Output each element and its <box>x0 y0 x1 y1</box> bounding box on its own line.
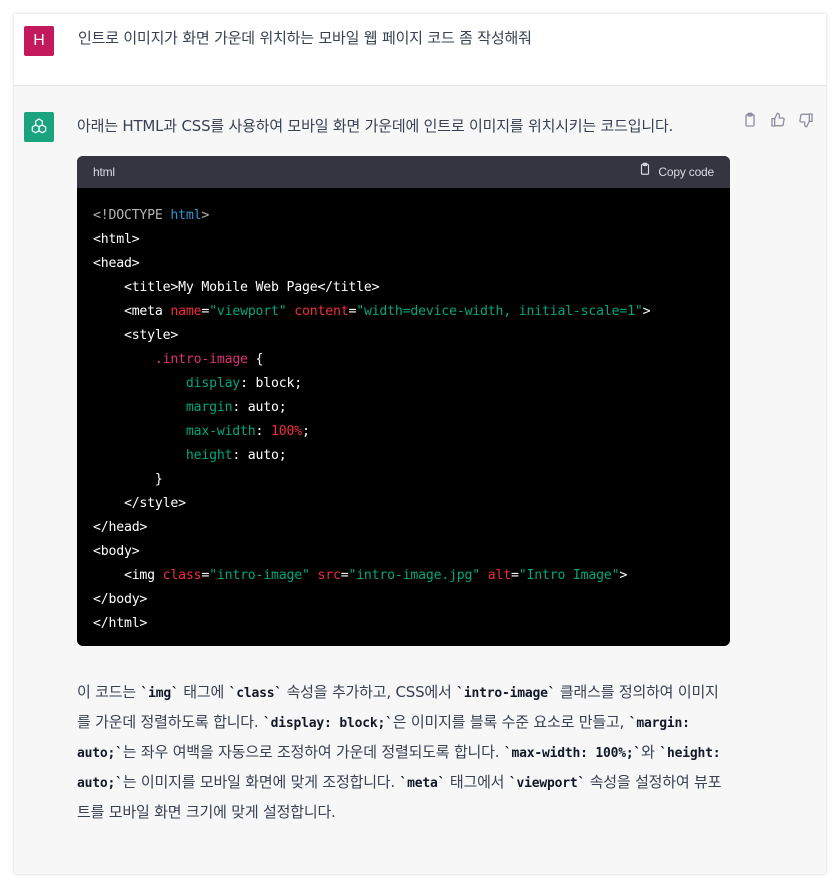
code-token: : auto; <box>232 448 287 463</box>
code-token: margin <box>185 400 233 415</box>
code-token: <style> <box>93 328 179 343</box>
inline-code: `class` <box>228 686 283 701</box>
assistant-intro-text: 아래는 HTML과 CSS를 사용하여 모바일 화면 가운데에 인트로 이미지를… <box>77 117 674 135</box>
code-token: <title>My Mobile Web Page</title> <box>93 280 380 295</box>
chat-thread: H 인트로 이미지가 화면 가운데 위치하는 모바일 웹 페이지 코드 좀 작성… <box>14 14 826 874</box>
code-token: <!DOCTYPE <box>93 208 171 223</box>
code-token: = <box>201 304 210 319</box>
user-message-text: 인트로 이미지가 화면 가운데 위치하는 모바일 웹 페이지 코드 좀 작성해줘 <box>78 29 532 47</box>
code-token: : <box>255 424 272 439</box>
code-token: "Intro Image" <box>518 568 620 583</box>
copy-code-label: Copy code <box>658 165 714 179</box>
code-token: </head> <box>93 520 148 535</box>
code-language-label: html <box>93 165 115 179</box>
inline-code: `meta` <box>399 776 446 791</box>
code-token: > <box>642 304 651 319</box>
assistant-explanation-text: 이 코드는 `img` 태그에 `class` 속성을 추가하고, CSS에서 … <box>77 683 722 821</box>
code-content[interactable]: <!DOCTYPE html> <html> <head> <title>My … <box>77 188 730 646</box>
code-token: } <box>93 472 163 487</box>
inline-code: `intro-image` <box>456 686 556 701</box>
code-token: = <box>511 568 519 583</box>
code-token: : auto; <box>232 400 287 415</box>
code-token: "width=device-width, initial-scale=1" <box>356 304 643 319</box>
code-token: <meta <box>93 304 171 319</box>
code-token: "intro-image" <box>209 568 310 583</box>
thumbs-down-icon[interactable] <box>798 112 816 130</box>
user-message-row: H 인트로 이미지가 화면 가운데 위치하는 모바일 웹 페이지 코드 좀 작성… <box>14 14 826 86</box>
inline-code: `max-width: 100%;` <box>503 746 642 761</box>
code-token: <html> <box>93 232 140 247</box>
code-token: .intro-image <box>154 352 248 367</box>
code-token: <head> <box>93 256 140 271</box>
thumbs-up-icon[interactable] <box>770 112 788 130</box>
code-token: </body> <box>93 592 148 607</box>
code-token: 100% <box>271 424 302 439</box>
assistant-message-row: 아래는 HTML과 CSS를 사용하여 모바일 화면 가운데에 인트로 이미지를… <box>14 86 826 874</box>
code-token: </style> <box>93 496 186 511</box>
copy-code-button[interactable]: Copy code <box>638 158 714 186</box>
code-token: </html> <box>93 616 148 631</box>
code-token: height <box>185 448 233 463</box>
code-token: = <box>201 568 210 583</box>
code-token: "viewport" <box>209 304 287 319</box>
code-token: : block; <box>240 376 302 391</box>
code-token: <img <box>93 568 163 583</box>
code-token: "intro-image.jpg" <box>348 568 481 583</box>
clipboard-icon[interactable] <box>742 112 760 130</box>
code-token: <body> <box>93 544 140 559</box>
assistant-message-content: 아래는 HTML과 CSS를 사용하여 모바일 화면 가운데에 인트로 이미지를… <box>77 112 730 826</box>
code-token: > <box>619 568 628 583</box>
code-token: html <box>170 208 202 223</box>
code-token: content <box>294 304 349 319</box>
code-token: name <box>170 304 202 319</box>
code-token: max-width <box>185 424 256 439</box>
inline-code: `img` <box>140 686 179 701</box>
inline-code: `viewport` <box>508 776 586 791</box>
code-token: display <box>185 376 241 391</box>
inline-code: `display: block;` <box>263 716 393 731</box>
code-token: src <box>317 568 341 583</box>
code-token: class <box>162 568 202 583</box>
code-block: html Copy code <!DOCTYPE html> <html> <h… <box>77 156 730 646</box>
user-avatar: H <box>24 26 54 56</box>
code-token: { <box>247 352 264 367</box>
openai-logo-icon <box>24 112 54 142</box>
code-block-header: html Copy code <box>77 156 730 188</box>
code-token: ; <box>301 424 310 439</box>
code-token: alt <box>487 568 511 583</box>
message-actions <box>742 112 816 130</box>
code-token: > <box>201 208 210 223</box>
clipboard-icon <box>638 158 652 186</box>
